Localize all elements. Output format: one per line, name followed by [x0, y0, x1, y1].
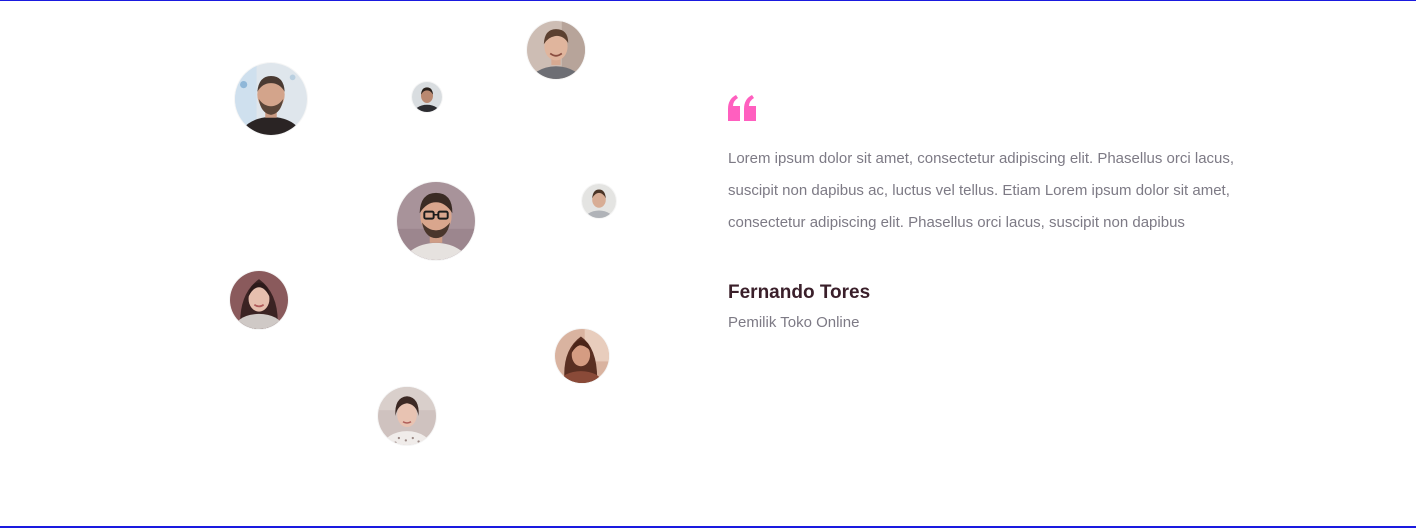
avatar[interactable] — [555, 329, 609, 383]
avatar-photo-icon — [582, 184, 616, 218]
avatar[interactable] — [527, 21, 585, 79]
avatar-photo-icon — [412, 82, 442, 112]
testimonial-content: Lorem ipsum dolor sit amet, consectetur … — [728, 95, 1253, 333]
avatar-photo-icon — [555, 329, 609, 383]
avatar-photo-icon — [235, 63, 307, 135]
avatar-photo-icon — [527, 21, 585, 79]
avatar-photo-icon — [230, 271, 288, 329]
avatar[interactable] — [235, 63, 307, 135]
author-role: Pemilik Toko Online — [728, 314, 860, 331]
testimonial-section: Lorem ipsum dolor sit amet, consectetur … — [0, 0, 1416, 528]
avatar[interactable] — [397, 182, 475, 260]
avatar[interactable] — [582, 184, 616, 218]
avatar[interactable] — [378, 387, 436, 445]
avatar[interactable] — [230, 271, 288, 329]
avatar[interactable] — [412, 82, 442, 112]
author-name: Fernando Tores — [728, 282, 871, 303]
quote-icon — [728, 95, 756, 121]
avatar-photo-icon — [378, 387, 436, 445]
avatar-photo-icon — [397, 182, 475, 260]
testimonial-text: Lorem ipsum dolor sit amet, consectetur … — [728, 150, 1235, 231]
